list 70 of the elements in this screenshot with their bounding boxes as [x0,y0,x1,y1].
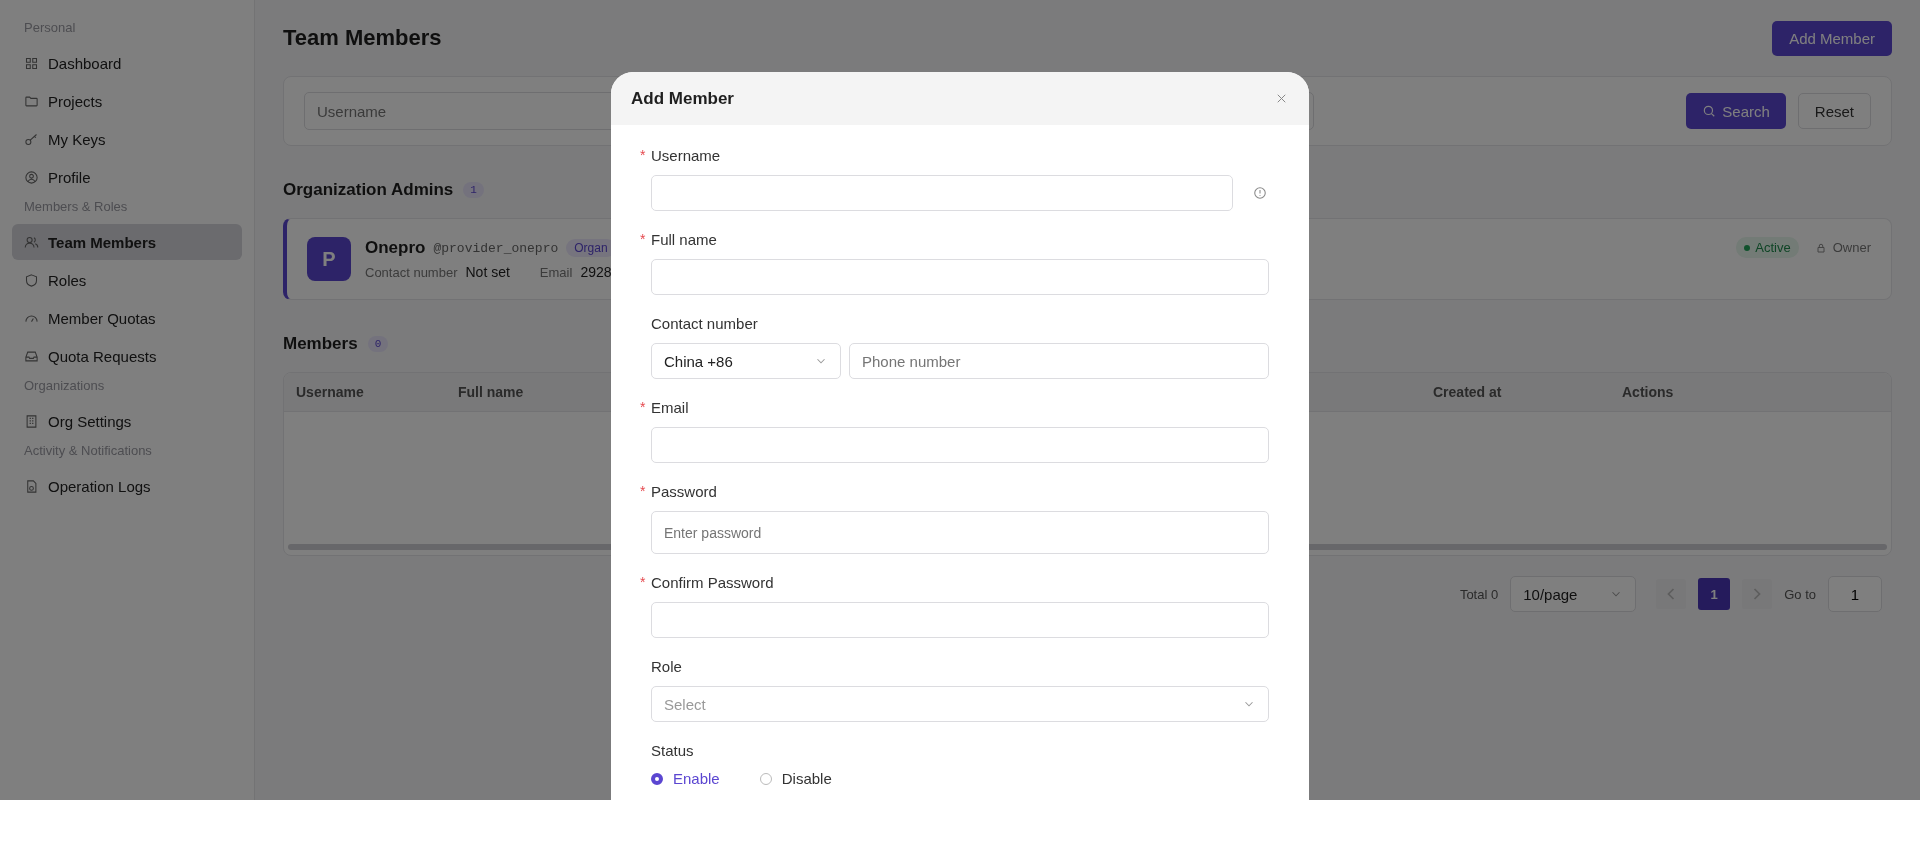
dialog-title: Add Member [631,88,734,109]
field-label: Full name [651,230,717,248]
admin-name: Onepro [365,238,426,258]
reset-button[interactable]: Reset [1797,93,1871,129]
sidebar-item[interactable]: Roles [12,262,242,298]
status-badge: Active [1736,237,1799,258]
text-field[interactable] [651,259,1269,295]
sidebar-item[interactable]: Projects [12,83,242,119]
avatar: P [307,237,351,281]
building-icon [24,413,39,429]
page-title: Team Members [283,25,442,51]
column-header: Actions [1622,384,1675,400]
info-icon[interactable] [1253,186,1267,200]
users-icon [24,234,39,250]
admin-handle: @provider_onepro [433,240,559,256]
sidebar-item[interactable]: Dashboard [12,45,242,81]
field-label: Confirm Password [651,573,774,591]
text-field[interactable] [651,602,1269,638]
required-mark: * [640,483,647,499]
field-label: Username [651,146,721,164]
document-icon [24,478,39,494]
sidebar-item[interactable]: Profile [12,159,242,195]
sidebar-item[interactable]: Org Settings [12,403,242,439]
search-icon [1702,104,1717,118]
required-mark: * [640,147,647,163]
field-label: Status [651,741,694,759]
goto-label: Go to [1784,586,1816,602]
section-title: Organization Admins [283,180,454,200]
text-field[interactable] [651,175,1233,211]
email-label: Email [539,264,573,280]
inbox-icon [24,348,39,364]
text-field[interactable] [651,427,1269,463]
sidebar-item[interactable]: Quota Requests [12,338,242,374]
total-count: Total 0 [1459,586,1499,602]
phone-field[interactable]: Phone number [849,343,1269,379]
required-mark: * [640,231,647,247]
country-select[interactable]: China +86 [651,343,841,379]
grid-icon [24,55,39,71]
lock-icon [1814,241,1827,254]
column-header: Username [296,384,365,400]
required-mark: * [640,399,647,415]
role-select[interactable]: Select [651,686,1269,722]
contact-value: Not set [465,264,510,280]
required-mark: * [640,574,647,590]
field-label: Contact number [651,314,758,332]
field-label: Password [651,482,717,500]
field-label: Role [651,657,682,675]
owner-label: Owner [1832,240,1871,255]
contact-label: Contact number [365,264,458,280]
field-label: Email [651,398,689,416]
password-field[interactable]: Enter password [651,511,1269,554]
sidebar-item[interactable]: Member Quotas [12,300,242,336]
column-header: Created at [1433,384,1503,400]
page-size-select[interactable]: 10/page [1510,576,1637,612]
goto-page-field[interactable]: 1 [1828,576,1882,612]
sidebar-item[interactable]: My Keys [12,121,242,157]
add-member-button[interactable]: Add Member [1772,20,1892,56]
email-value: 2928 [580,264,612,280]
section-title: Members [283,334,358,354]
column-header: Full name [458,384,525,400]
page-button[interactable]: 1 [1698,578,1731,610]
sidebar-item[interactable]: Team Members [12,224,242,260]
radio-option[interactable]: Enable [651,770,720,787]
folder-icon [24,93,39,109]
search-button[interactable]: Search [1686,93,1786,129]
shield-icon [24,272,39,288]
count-badge: 0 [367,336,389,352]
count-badge: 1 [463,182,484,198]
radio-option[interactable]: Disable [759,770,832,787]
sidebar-item[interactable]: Operation Logs [12,468,242,504]
